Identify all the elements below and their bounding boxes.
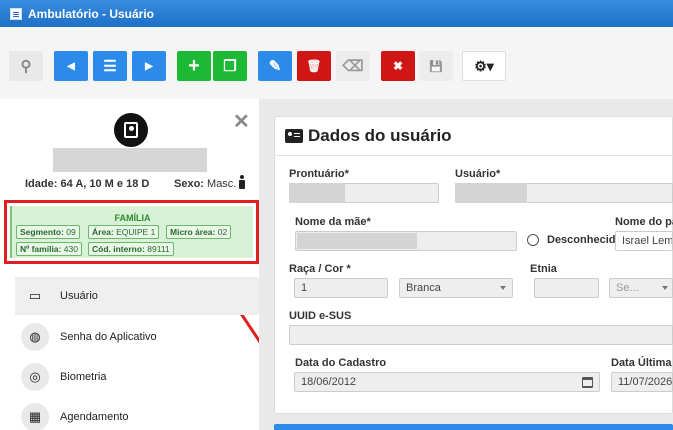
pai-field[interactable]: Israel Lem — [615, 231, 673, 251]
panel-title: Dados do usuário — [285, 126, 452, 146]
ultima-date-field[interactable]: 11/07/2026 — [611, 372, 673, 392]
toolbar: ⚲ ◀ ☰ ▶ + ❐ ✎ 🗑 ⌫ ✖ 💾 ⚙▾ — [0, 27, 673, 99]
raca-label: Raça / Cor * — [289, 263, 351, 275]
cadastro-date-field[interactable]: 18/06/2012 — [294, 372, 600, 392]
desconhecido-label: Desconhecid — [547, 234, 616, 246]
calendar-icon: ▦ — [21, 403, 49, 430]
arrow-right-circle-icon: ▶ — [145, 60, 153, 72]
patient-name-redacted — [53, 148, 207, 172]
mae-label: Nome da mãe* — [295, 216, 371, 228]
plus-icon: + — [188, 54, 200, 77]
patient-sex: Sexo: Masc. — [174, 178, 236, 190]
cancel-button[interactable]: ✖ — [381, 51, 415, 81]
search-button[interactable]: ⚲ — [9, 51, 43, 81]
raca-code-field[interactable]: 1 — [294, 278, 388, 298]
clear-button[interactable]: ⌫ — [336, 51, 370, 81]
etnia-select[interactable]: Se... — [609, 278, 673, 298]
desconhecido-radio[interactable] — [527, 234, 539, 246]
calendar-icon — [582, 377, 593, 388]
prontuario-redacted — [289, 183, 345, 203]
avatar — [114, 113, 148, 147]
uuid-label: UUID e-SUS — [289, 310, 352, 322]
arrow-left-circle-icon: ◀ — [67, 60, 75, 72]
sex-value: Masc. — [207, 178, 237, 190]
sidebar-item-label: Usuário — [60, 290, 98, 302]
window-titlebar: Ambulatório - Usuário — [0, 0, 673, 27]
eraser-icon: ⌫ — [342, 58, 364, 75]
prontuario-label: Prontuário* — [289, 168, 349, 180]
save-button[interactable]: 💾 — [419, 51, 453, 81]
globe-icon: ◍ — [21, 323, 49, 351]
fingerprint-icon: ◎ — [21, 363, 49, 391]
search-icon: ⚲ — [20, 58, 32, 75]
etnia-label: Etnia — [530, 263, 557, 275]
edit-icon: ✎ — [268, 58, 282, 75]
contact-card-icon — [124, 122, 138, 138]
id-card-icon — [285, 129, 303, 143]
cadastro-label: Data do Cadastro — [295, 357, 387, 369]
copy-button[interactable]: ❐ — [213, 51, 247, 81]
delete-button[interactable]: 🗑 — [297, 51, 331, 81]
list-button[interactable]: ☰ — [93, 51, 127, 81]
sidebar-item-label: Agendamento — [60, 411, 129, 423]
sidebar-item-biometria[interactable]: ◎ Biometria — [15, 358, 259, 396]
id-card-icon: ▭ — [28, 288, 42, 303]
add-button[interactable]: + — [177, 51, 211, 81]
app-icon — [10, 7, 22, 20]
sidebar-item-label: Senha do Aplicativo — [60, 331, 157, 343]
previous-button[interactable]: ◀ — [54, 51, 88, 81]
divider — [275, 155, 673, 156]
mae-redacted — [297, 233, 417, 249]
settings-button[interactable]: ⚙▾ — [462, 51, 506, 81]
pai-label: Nome do pa — [615, 216, 673, 228]
patient-age: Idade: 64 A, 10 M e 18 D — [25, 178, 150, 190]
next-panel-header — [274, 424, 673, 430]
uuid-field[interactable] — [289, 325, 673, 345]
ultima-label: Data Última — [611, 357, 672, 369]
window-title: Ambulatório - Usuário — [28, 6, 155, 21]
trash-icon: 🗑 — [306, 59, 322, 73]
list-icon: ☰ — [103, 58, 117, 75]
sidebar-item-label: Biometria — [60, 371, 107, 383]
familia-highlight-box — [4, 200, 259, 264]
gear-dropdown-icon: ⚙▾ — [474, 57, 494, 74]
male-icon — [238, 175, 246, 189]
etnia-code-field[interactable] — [534, 278, 599, 298]
close-icon[interactable]: ✕ — [233, 109, 250, 134]
save-icon: 💾 — [429, 60, 443, 73]
usuario-label: Usuário* — [455, 168, 501, 180]
copy-icon: ❐ — [223, 58, 237, 75]
sidebar-item-usuario[interactable]: ▭ Usuário — [15, 277, 259, 315]
sex-label: Sexo: — [174, 178, 204, 190]
sidebar-item-agendamento[interactable]: ▦ Agendamento — [15, 398, 259, 430]
sidebar-item-senha-aplicativo[interactable]: ◍ Senha do Aplicativo — [15, 318, 259, 356]
chevron-down-icon — [662, 286, 668, 290]
next-button[interactable]: ▶ — [132, 51, 166, 81]
usuario-redacted — [455, 183, 527, 203]
raca-select[interactable]: Branca — [399, 278, 513, 298]
chevron-down-icon — [500, 286, 506, 290]
edit-button[interactable]: ✎ — [258, 51, 292, 81]
close-circle-icon: ✖ — [392, 59, 404, 73]
